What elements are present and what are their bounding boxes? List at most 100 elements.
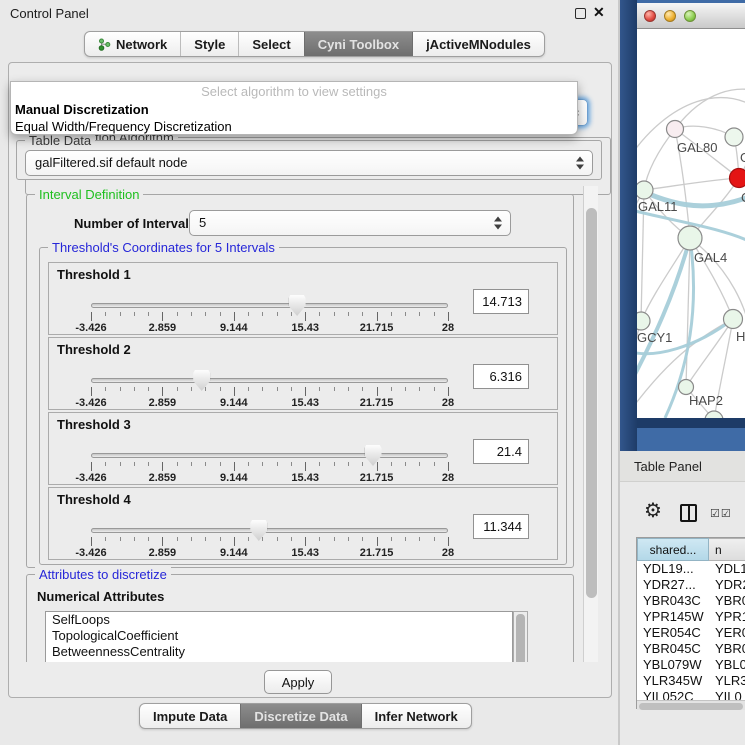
table-row[interactable]: YDL19...YDL1 xyxy=(637,561,745,577)
tick-mark xyxy=(305,387,306,396)
network-node-gal80[interactable] xyxy=(667,121,684,138)
network-node-g[interactable] xyxy=(725,128,743,146)
threshold-label: Threshold 2 xyxy=(57,342,131,357)
tab-select[interactable]: Select xyxy=(238,32,303,56)
tab-jactivemnodules[interactable]: jActiveMNodules xyxy=(412,32,544,56)
slider-track[interactable] xyxy=(91,378,448,383)
scrollbar-thumb[interactable] xyxy=(586,208,597,598)
tick-label: 21.715 xyxy=(360,322,394,334)
table-row[interactable]: YBR043CYBR0 xyxy=(637,593,745,609)
tick-mark xyxy=(391,537,392,541)
network-node-gcy1[interactable] xyxy=(637,312,650,330)
slider-tick-labels: -3.4262.8599.14415.4321.71528 xyxy=(91,397,448,409)
table-panel-title: Table Panel xyxy=(634,459,702,474)
cell-name: YDR2 xyxy=(715,577,745,592)
table-horizontal-scrollbar[interactable] xyxy=(637,700,745,710)
tick-mark xyxy=(134,312,135,316)
bottom-tab-infer-network[interactable]: Infer Network xyxy=(361,704,471,728)
threshold-slider[interactable]: -3.4262.8599.14415.4321.71528 xyxy=(91,291,448,335)
tab-cyni-toolbox[interactable]: Cyni Toolbox xyxy=(304,32,412,56)
table-data-select[interactable]: galFiltered.sif default node xyxy=(25,150,593,176)
slider-track[interactable] xyxy=(91,303,448,308)
network-node-c[interactable] xyxy=(730,169,745,188)
cell-name: YIL0 xyxy=(715,689,742,700)
gear-icon[interactable]: ⚙ xyxy=(644,498,662,523)
cell-name: YBR0 xyxy=(715,593,745,608)
tick-mark xyxy=(105,537,106,541)
table-rows: YDL19...YDL1YDR27...YDR2YBR043CYBR0YPR14… xyxy=(637,561,745,700)
network-desktop: GAL80GCGAL11GAL4GCY1HHAP2 xyxy=(620,0,745,451)
table-row[interactable]: YPR145WYPR1 xyxy=(637,609,745,625)
tick-mark xyxy=(419,462,420,466)
slider-track[interactable] xyxy=(91,528,448,533)
table-panel-titlebar: Table Panel xyxy=(620,451,745,482)
cell-name: YBR0 xyxy=(715,641,745,656)
network-node-h[interactable] xyxy=(724,310,743,329)
column-header-shared[interactable]: shared... xyxy=(637,538,709,561)
tick-label: 28 xyxy=(442,547,454,559)
network-canvas[interactable]: GAL80GCGAL11GAL4GCY1HHAP2 xyxy=(637,30,745,418)
cell-shared-name: YER054C xyxy=(643,625,701,640)
tick-mark xyxy=(162,312,163,321)
table-row[interactable]: YIL052CYIL0 xyxy=(637,689,745,700)
attributes-list-scrollbar[interactable] xyxy=(513,611,528,662)
minimize-traffic-light-icon[interactable] xyxy=(664,10,676,22)
threshold-slider[interactable]: -3.4262.8599.14415.4321.71528 xyxy=(91,516,448,560)
slider-track[interactable] xyxy=(91,453,448,458)
tab-style[interactable]: Style xyxy=(180,32,238,56)
tick-mark xyxy=(419,537,420,541)
float-window-icon[interactable] xyxy=(575,8,586,19)
tick-mark xyxy=(305,462,306,471)
tick-mark xyxy=(348,462,349,466)
close-traffic-light-icon[interactable] xyxy=(644,10,656,22)
network-view-window[interactable]: GAL80GCGAL11GAL4GCY1HHAP2 xyxy=(637,3,745,418)
tick-label: 9.144 xyxy=(220,472,248,484)
attribute-list-item[interactable]: TopologicalCoefficient xyxy=(46,628,512,644)
network-window-titlebar[interactable] xyxy=(637,3,745,29)
table-row[interactable]: YDR27...YDR2 xyxy=(637,577,745,593)
tick-mark xyxy=(120,462,121,466)
scrollbar-thumb[interactable] xyxy=(516,614,525,662)
column-header-name[interactable]: n xyxy=(709,538,745,561)
settings-scrollbar[interactable] xyxy=(583,186,598,662)
tab-network[interactable]: Network xyxy=(85,32,180,56)
select-columns-checkboxes-icon[interactable]: ☑☑ xyxy=(710,507,732,520)
cell-shared-name: YBR045C xyxy=(643,641,701,656)
attribute-list-item[interactable]: BetweennessCentrality xyxy=(46,644,512,660)
dropdown-option-equal-width-frequency[interactable]: Equal Width/Frequency Discretization xyxy=(11,118,577,135)
threshold-value-field[interactable]: 21.4 xyxy=(473,439,529,464)
attribute-list-item[interactable]: SelfLoops xyxy=(46,612,512,628)
network-node-gal4[interactable] xyxy=(678,226,702,250)
scrollbar-thumb[interactable] xyxy=(639,703,743,710)
column-layout-icon[interactable] xyxy=(680,504,697,522)
tick-mark xyxy=(319,537,320,541)
thresholds-group-title: Threshold's Coordinates for 5 Intervals xyxy=(48,240,279,255)
apply-button[interactable]: Apply xyxy=(264,670,332,694)
bottom-tab-impute-data[interactable]: Impute Data xyxy=(140,704,240,728)
bottom-tab-discretize-data[interactable]: Discretize Data xyxy=(240,704,360,728)
zoom-traffic-light-icon[interactable] xyxy=(684,10,696,22)
control-panel-titlebar: Control Panel ✕ xyxy=(0,0,620,26)
threshold-panel-4: Threshold 4-3.4262.8599.14415.4321.71528… xyxy=(48,487,558,560)
numerical-attributes-list[interactable]: SelfLoopsTopologicalCoefficientBetweenne… xyxy=(45,611,513,662)
table-row[interactable]: YBL079WYBL0 xyxy=(637,657,745,673)
tick-label: 15.43 xyxy=(291,397,319,409)
threshold-slider[interactable]: -3.4262.8599.14415.4321.71528 xyxy=(91,366,448,410)
table-row[interactable]: YER054CYER0 xyxy=(637,625,745,641)
table-row[interactable]: YLR345WYLR3 xyxy=(637,673,745,689)
tick-mark xyxy=(177,387,178,391)
table-row[interactable]: YBR045C YBR0 xyxy=(637,641,745,657)
dropdown-option-manual-discretization[interactable]: Manual Discretization xyxy=(11,101,577,118)
network-node-gal11[interactable] xyxy=(637,181,653,199)
number-of-intervals-select[interactable]: 5 xyxy=(189,210,511,236)
cell-shared-name: YLR345W xyxy=(643,673,702,688)
network-edge xyxy=(686,238,690,387)
network-node-label: GAL80 xyxy=(677,140,717,155)
threshold-value-field[interactable]: 11.344 xyxy=(473,514,529,539)
network-edge-highlighted xyxy=(637,238,690,382)
tick-label: 28 xyxy=(442,322,454,334)
threshold-value-field[interactable]: 14.713 xyxy=(473,289,529,314)
threshold-value-field[interactable]: 6.316 xyxy=(473,364,529,389)
threshold-slider[interactable]: -3.4262.8599.14415.4321.71528 xyxy=(91,441,448,485)
close-icon[interactable]: ✕ xyxy=(593,4,605,21)
